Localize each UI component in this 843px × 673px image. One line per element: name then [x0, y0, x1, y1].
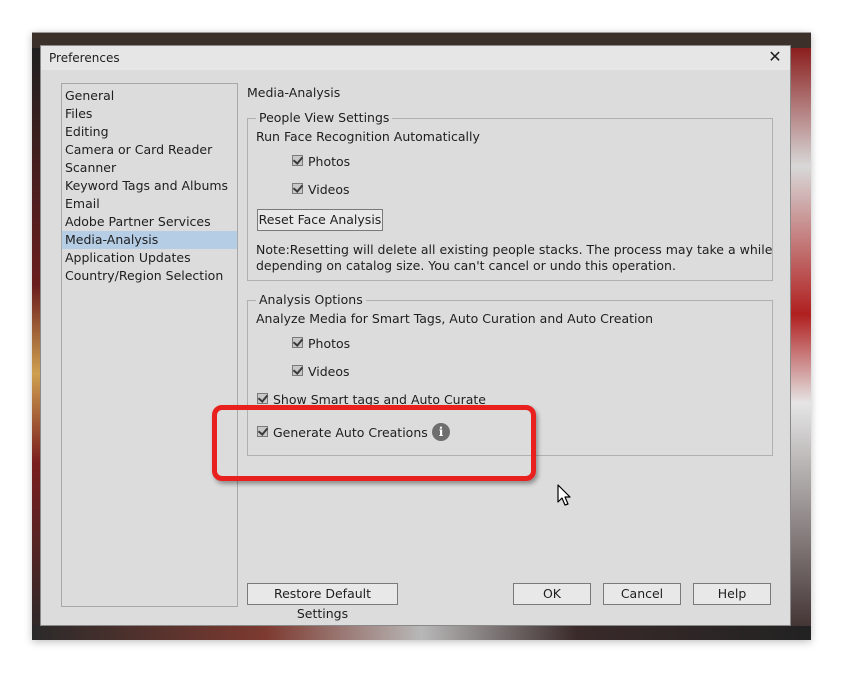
smart-tags-checkbox[interactable] — [257, 393, 268, 404]
sidebar-item-email[interactable]: Email — [62, 195, 237, 213]
sidebar-item-country-region[interactable]: Country/Region Selection — [62, 267, 237, 285]
face-videos-checkbox[interactable] — [292, 183, 303, 194]
sidebar-item-camera-or-card-reader[interactable]: Camera or Card Reader — [62, 141, 237, 159]
title-bar: Preferences ✕ — [41, 46, 790, 70]
background-photo-right-edge — [791, 48, 811, 640]
cancel-button[interactable]: Cancel — [603, 583, 681, 605]
run-face-recognition-label: Run Face Recognition Automatically — [256, 129, 480, 144]
face-videos-label: Videos — [308, 182, 350, 197]
sidebar-item-editing[interactable]: Editing — [62, 123, 237, 141]
background-photo-bottom-edge — [32, 626, 811, 640]
analysis-photos-checkbox[interactable] — [292, 337, 303, 348]
reset-note-line-2: depending on catalog size. You can't can… — [256, 258, 676, 273]
sidebar-item-adobe-partner-services[interactable]: Adobe Partner Services — [62, 213, 237, 231]
reset-note-line-1: Note:Resetting will delete all existing … — [256, 242, 773, 257]
screen-divider — [32, 32, 811, 33]
analysis-photos-label: Photos — [308, 336, 351, 351]
preferences-category-list: General Files Editing Camera or Card Rea… — [61, 83, 238, 607]
sidebar-item-media-analysis[interactable]: Media-Analysis — [62, 231, 237, 249]
face-photos-checkbox[interactable] — [292, 155, 303, 166]
restore-default-settings-button[interactable]: Restore Default Settings — [247, 583, 398, 621]
highlight-annotation-box — [212, 405, 536, 481]
page-title: Media-Analysis — [247, 85, 341, 100]
reset-face-analysis-button[interactable]: Reset Face Analysis — [257, 209, 383, 231]
sidebar-item-files[interactable]: Files — [62, 105, 237, 123]
sidebar-item-scanner[interactable]: Scanner — [62, 159, 237, 177]
dialog-title: Preferences — [49, 51, 120, 65]
people-view-settings-group: People View Settings Run Face Recognitio… — [247, 111, 773, 281]
sidebar-item-general[interactable]: General — [62, 87, 237, 105]
help-button[interactable]: Help — [693, 583, 771, 605]
preferences-dialog: Preferences ✕ General Files Editing Came… — [40, 45, 791, 626]
ok-button[interactable]: OK — [513, 583, 591, 605]
sidebar-item-keyword-tags[interactable]: Keyword Tags and Albums — [62, 177, 237, 195]
analysis-options-title: Analysis Options — [256, 293, 366, 307]
people-view-settings-title: People View Settings — [256, 111, 393, 125]
face-photos-label: Photos — [308, 154, 351, 169]
close-icon[interactable]: ✕ — [766, 47, 784, 67]
sidebar-item-application-updates[interactable]: Application Updates — [62, 249, 237, 267]
analysis-videos-checkbox[interactable] — [292, 365, 303, 376]
analysis-videos-label: Videos — [308, 364, 350, 379]
analyze-media-label: Analyze Media for Smart Tags, Auto Curat… — [256, 311, 654, 326]
mouse-cursor-icon — [557, 484, 571, 506]
